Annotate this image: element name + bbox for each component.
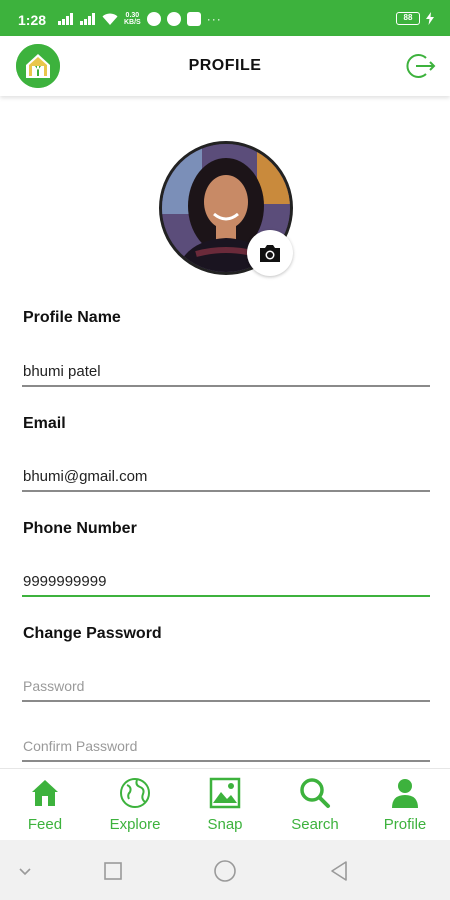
page-title: PROFILE: [188, 57, 262, 74]
nav-label-profile: Profile: [383, 816, 427, 833]
nav-label-feed: Feed: [27, 816, 63, 833]
signal-icon: [58, 13, 74, 25]
phone-app-icon: [166, 12, 181, 26]
change-photo-button[interactable]: [247, 230, 293, 276]
battery-icon: 88: [396, 12, 420, 25]
home-circle-icon[interactable]: [212, 858, 238, 884]
chevron-down-icon[interactable]: [12, 858, 38, 884]
status-bar: 1:28 0.30 KB/S ··· 88: [0, 0, 450, 36]
email-label: Email: [23, 415, 66, 432]
nav-item-profile[interactable]: Profile: [360, 769, 450, 841]
phone-number-field[interactable]: [22, 557, 430, 597]
search-icon: [300, 778, 330, 808]
camera-icon: [260, 245, 280, 262]
logout-icon[interactable]: [404, 50, 436, 82]
bottom-nav: Feed Explore Snap Search Profile: [0, 768, 450, 840]
network-speed: 0.30 KB/S: [124, 12, 141, 26]
globe-icon: [120, 778, 150, 808]
nav-label-snap: Snap: [207, 816, 243, 833]
change-password-label: Change Password: [23, 625, 162, 642]
email-field[interactable]: [22, 452, 430, 492]
profile-name-input[interactable]: [22, 347, 430, 385]
password-field[interactable]: [22, 662, 430, 702]
profile-name-field[interactable]: [22, 347, 430, 387]
message-icon: [186, 12, 201, 26]
status-icons: 0.30 KB/S ···: [58, 11, 222, 27]
signal-icon: [80, 13, 96, 25]
system-nav-bar: [0, 840, 450, 900]
nav-label-explore: Explore: [109, 816, 161, 833]
overflow-dots-icon: ···: [206, 12, 222, 26]
email-input[interactable]: [22, 452, 430, 490]
confirm-password-input[interactable]: [22, 722, 430, 760]
password-input[interactable]: [22, 662, 430, 700]
nav-label-search: Search: [291, 816, 339, 833]
recents-square-icon[interactable]: [100, 858, 126, 884]
nav-item-search[interactable]: Search: [270, 769, 360, 841]
nav-item-feed[interactable]: Feed: [0, 769, 90, 841]
charging-icon: [426, 12, 434, 25]
status-time: 1:28: [18, 12, 47, 28]
nav-item-snap[interactable]: Snap: [180, 769, 270, 841]
confirm-password-field[interactable]: [22, 722, 430, 762]
phone-number-input[interactable]: [22, 557, 430, 595]
home-icon: [32, 780, 58, 806]
person-icon: [392, 779, 418, 808]
profile-name-label: Profile Name: [23, 309, 121, 326]
chrome-icon: [146, 12, 161, 26]
phone-number-label: Phone Number: [23, 520, 137, 537]
wifi-icon: [102, 13, 118, 25]
image-icon: [209, 777, 241, 809]
app-header: PROFILE: [0, 36, 450, 96]
nav-item-explore[interactable]: Explore: [90, 769, 180, 841]
back-triangle-icon[interactable]: [326, 858, 352, 884]
